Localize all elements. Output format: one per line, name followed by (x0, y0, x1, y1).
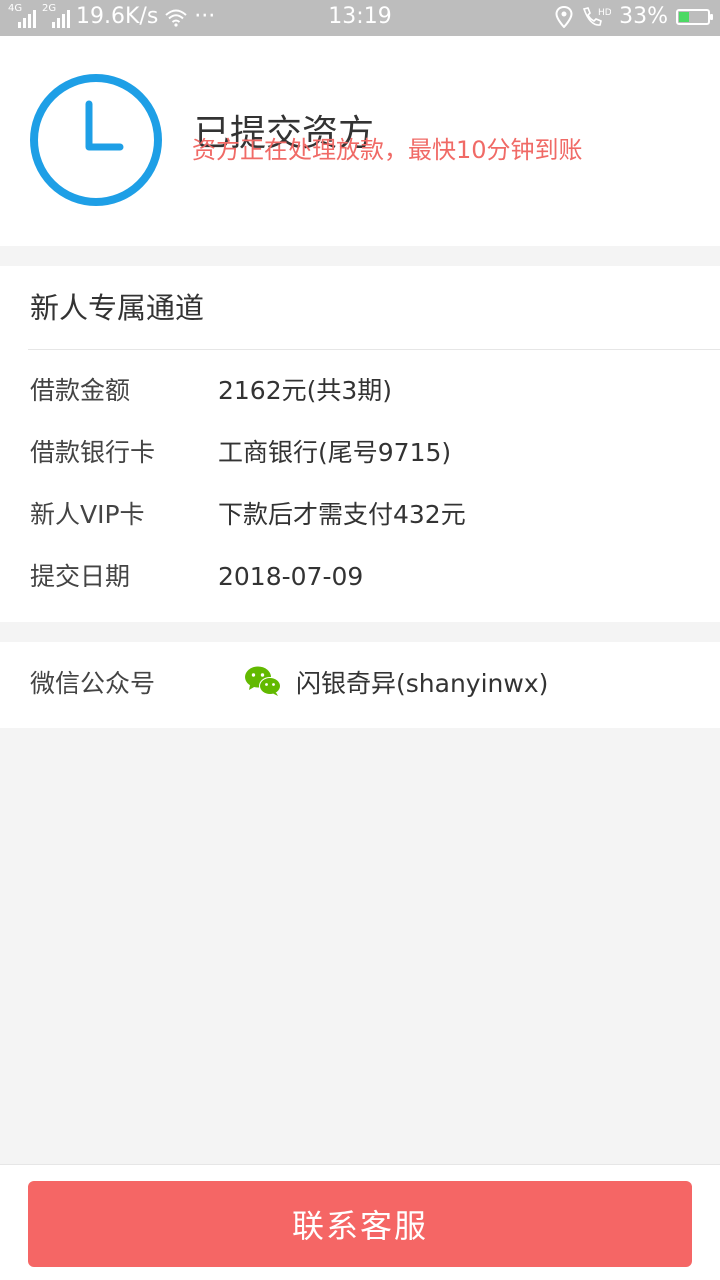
detail-value: 2162元(共3期) (218, 376, 393, 405)
detail-value: 下款后才需支付432元 (218, 500, 466, 529)
status-right: HD 33% (555, 4, 713, 29)
status-bar: 4G 2G 19.6K/s ··· 13:19 HD 33% (0, 0, 720, 36)
wechat-account-name: 闪银奇异(shanyinwx) (296, 669, 549, 698)
loan-details-card: 新人专属通道 借款金额 2162元(共3期) 借款银行卡 工商银行(尾号9715… (0, 266, 720, 622)
detail-row-bank-card: 借款银行卡 工商银行(尾号9715) (0, 433, 720, 473)
location-icon (555, 5, 573, 28)
detail-row-amount: 借款金额 2162元(共3期) (0, 371, 720, 411)
status-subtitle: 资方正在处理放款，最快10分钟到账 (192, 136, 583, 164)
clock-icon (30, 74, 162, 206)
hd-call-icon: HD (583, 6, 611, 26)
battery-icon (676, 8, 713, 25)
status-header-card: 已提交资方 资方正在处理放款，最快10分钟到账 (0, 36, 720, 246)
detail-value: 2018-07-09 (218, 562, 364, 591)
contact-support-button[interactable]: 联系客服 (28, 1181, 692, 1267)
divider (28, 349, 720, 350)
battery-fill (679, 11, 689, 22)
detail-label: 借款金额 (30, 376, 131, 405)
svg-text:HD: HD (598, 8, 611, 18)
wechat-icon (245, 666, 281, 696)
detail-label: 新人VIP卡 (30, 500, 145, 529)
detail-value: 工商银行(尾号9715) (218, 438, 452, 467)
detail-row-vip-card: 新人VIP卡 下款后才需支付432元 (0, 495, 720, 535)
detail-label: 借款银行卡 (30, 438, 156, 467)
section-title: 新人专属通道 (30, 291, 205, 325)
wechat-label: 微信公众号 (30, 669, 156, 698)
detail-row-submit-date: 提交日期 2018-07-09 (0, 557, 720, 597)
battery-percent: 33% (619, 4, 668, 29)
bottom-bar: 联系客服 (0, 1164, 720, 1280)
detail-label: 提交日期 (30, 562, 131, 591)
wechat-account-row: 微信公众号 闪银奇异(shanyinwx) (0, 642, 720, 728)
